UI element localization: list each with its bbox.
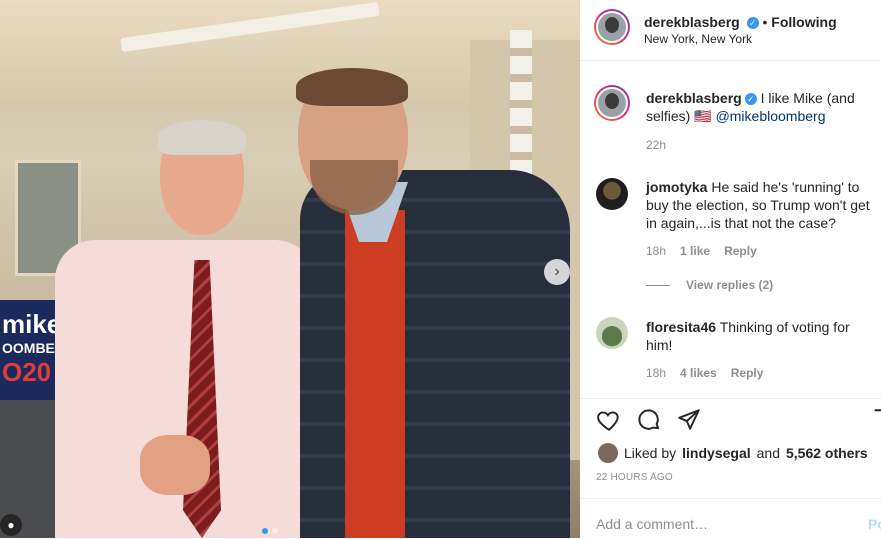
comment-reply-button[interactable]: Reply	[724, 244, 757, 258]
comment-text: floresita46 Thinking of voting for him!	[646, 318, 876, 354]
comment-reply-button[interactable]: Reply	[731, 366, 764, 380]
person-left-hand	[140, 435, 210, 495]
carousel-dot	[262, 528, 268, 534]
verified-icon: ✓	[746, 17, 759, 29]
person-right	[290, 68, 570, 538]
person-left	[55, 120, 315, 538]
carousel-dot	[272, 528, 278, 534]
liker-username[interactable]: lindysegal	[682, 445, 750, 461]
caption-time[interactable]: 22h	[646, 138, 666, 152]
author-avatar[interactable]	[594, 9, 630, 45]
comment-text: jomotyka He said he's 'running' to buy t…	[646, 178, 876, 232]
comment-username[interactable]: floresita46	[646, 319, 716, 335]
carousel-dots	[262, 528, 278, 534]
comment-icon[interactable]	[636, 407, 662, 433]
add-comment-bar: Add a comment… Po	[580, 498, 881, 539]
post-timestamp[interactable]: 22 HOURS AGO	[596, 472, 673, 483]
comment-likes[interactable]: 4 likes	[680, 366, 717, 380]
replies-divider	[646, 284, 670, 286]
comment-username[interactable]: jomotyka	[646, 179, 707, 195]
post-header: derekblasberg ✓ • Following New York, Ne…	[580, 0, 881, 61]
comment-time[interactable]: 18h	[646, 244, 666, 258]
likes-summary: Liked by lindysegal and 5,562 others	[598, 443, 868, 463]
liker-avatar[interactable]	[598, 443, 618, 463]
caption-mention-link[interactable]: @mikebloomberg	[716, 108, 826, 124]
post-photo[interactable]: mike OOMBERG O20 › ●	[0, 0, 580, 538]
person-right-hair	[296, 68, 408, 106]
comment-meta: 18h 1 like Reply	[646, 244, 757, 258]
likes-others-link[interactable]: 5,562 others	[786, 445, 868, 461]
following-button[interactable]: Following	[771, 14, 836, 30]
caption-text: derekblasberg ✓ I like Mike (and selfies)…	[646, 89, 876, 125]
person-left-hair	[158, 120, 246, 155]
banner-line-1: mike	[2, 309, 62, 339]
author-username[interactable]: derekblasberg	[644, 14, 740, 30]
heart-icon[interactable]	[596, 407, 622, 433]
likes-and: and	[756, 445, 780, 461]
dot-separator: •	[762, 14, 772, 30]
save-icon[interactable]	[872, 407, 881, 433]
comment-avatar[interactable]	[596, 178, 628, 210]
post-side-panel: derekblasberg ✓ • Following New York, Ne…	[580, 0, 881, 538]
header-name-line: derekblasberg ✓ • Following	[644, 14, 837, 30]
view-replies-button[interactable]: View replies (2)	[646, 278, 773, 292]
user-tag-icon[interactable]: ●	[0, 514, 22, 536]
share-icon[interactable]	[676, 407, 702, 433]
next-photo-button[interactable]: ›	[544, 259, 570, 285]
person-right-sweater	[345, 210, 405, 538]
person-right-jacket	[300, 170, 570, 538]
banner-line-3: O20	[2, 357, 52, 387]
caption-avatar[interactable]	[594, 85, 630, 121]
caption-username[interactable]: derekblasberg	[646, 90, 742, 106]
comment-time[interactable]: 18h	[646, 366, 666, 380]
post-comment-button[interactable]: Po	[868, 516, 881, 532]
add-comment-input[interactable]: Add a comment…	[596, 516, 708, 532]
verified-icon: ✓	[744, 93, 757, 105]
liked-by-prefix: Liked by	[624, 445, 677, 461]
comment-meta: 18h 4 likes Reply	[646, 366, 763, 380]
comment-likes[interactable]: 1 like	[680, 244, 710, 258]
comment-avatar[interactable]	[596, 317, 628, 349]
post-actions-bar	[580, 398, 881, 441]
post-location[interactable]: New York, New York	[644, 32, 752, 46]
view-replies-label: View replies (2)	[686, 278, 774, 292]
